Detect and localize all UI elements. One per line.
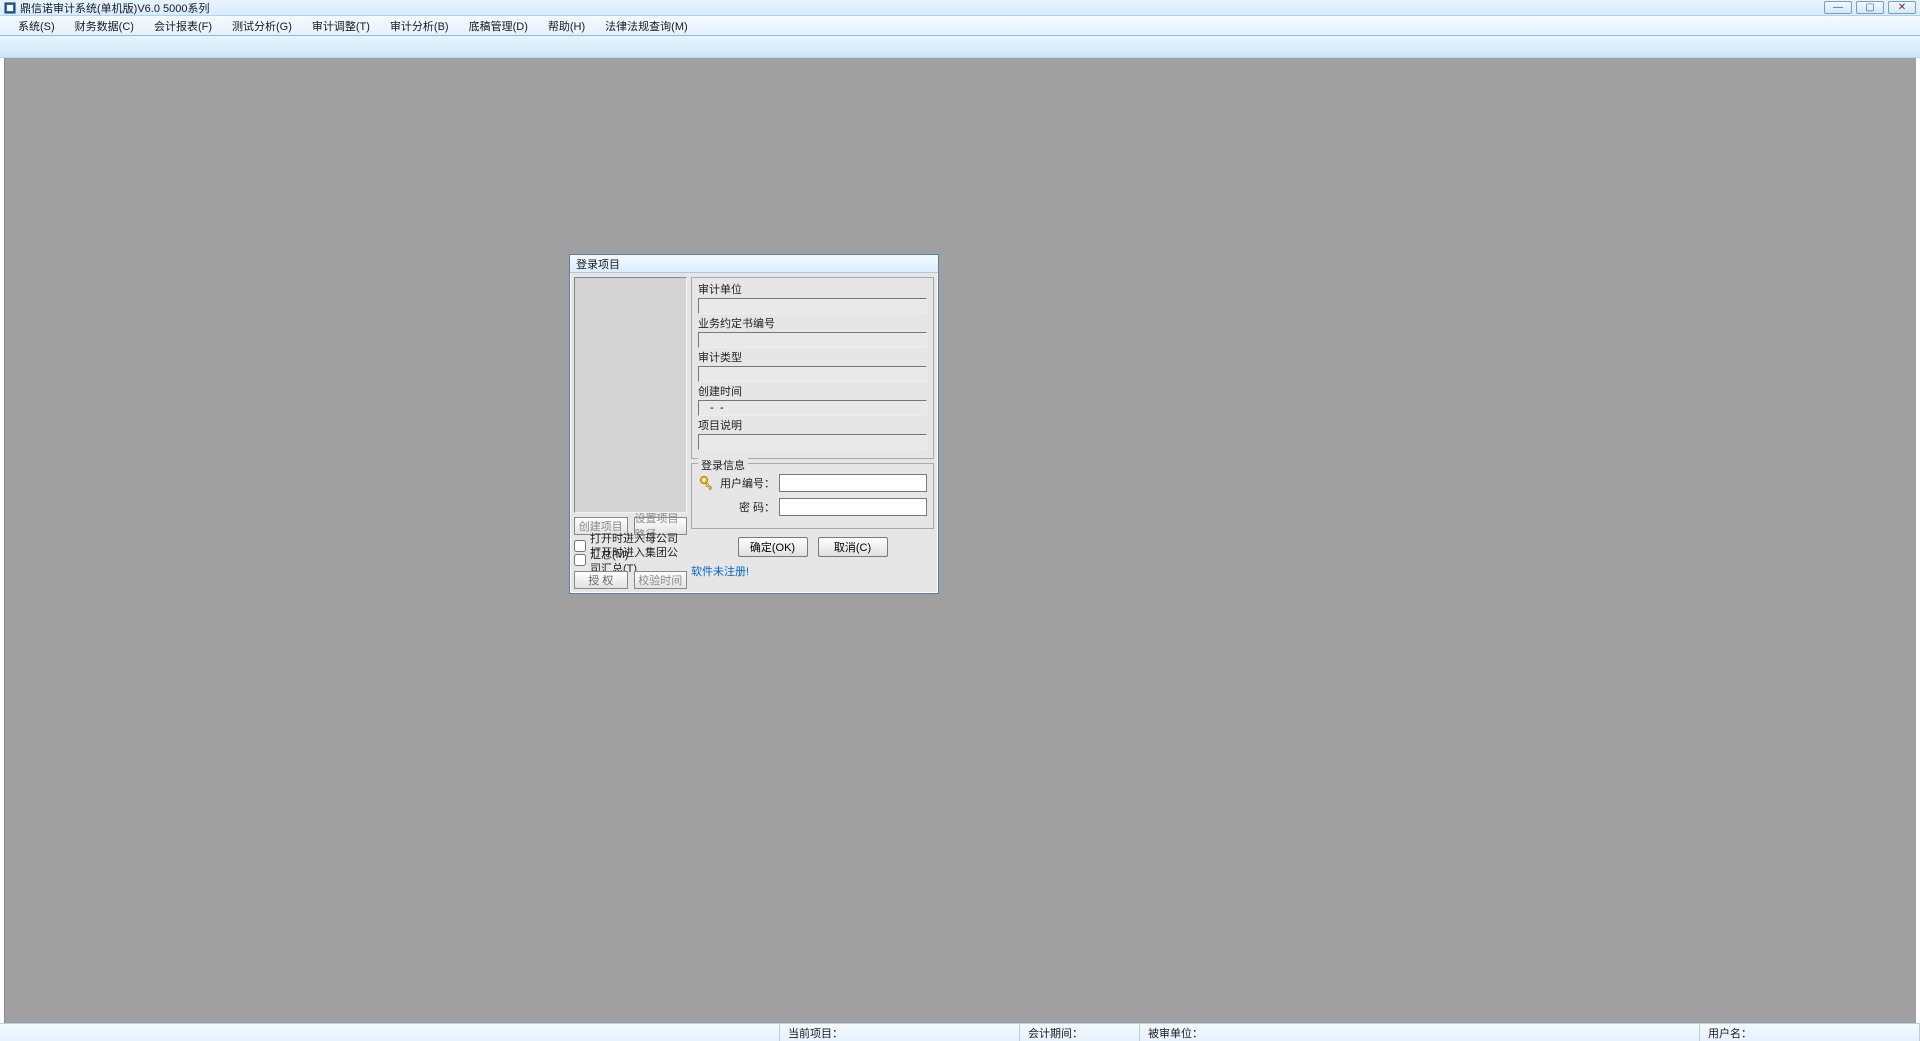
label-user-id: 用户编号： (720, 475, 775, 491)
status-current-project: 当前项目： (780, 1024, 1020, 1041)
status-audited-unit: 被审单位： (1140, 1024, 1700, 1041)
dialog-title: 登录项目 (570, 255, 938, 273)
login-dialog: 登录项目 创建项目 设置项目路径 打开时进入母公司汇总(M) 打开时进入集 (569, 254, 939, 594)
input-user-id[interactable] (779, 474, 927, 492)
menu-help[interactable]: 帮助(H) (538, 16, 595, 35)
input-project-desc[interactable] (698, 434, 927, 450)
input-password[interactable] (779, 498, 927, 516)
mdi-workspace: 登录项目 创建项目 设置项目路径 打开时进入母公司汇总(M) 打开时进入集 (0, 58, 1920, 1023)
authorize-button[interactable]: 授 权 (574, 571, 628, 589)
menu-test-analysis[interactable]: 测试分析(G) (222, 16, 302, 35)
window-controls: — ▢ ✕ (1824, 1, 1916, 14)
project-list[interactable] (574, 277, 687, 513)
cancel-button[interactable]: 取消(C) (818, 537, 888, 557)
menu-audit-analysis[interactable]: 审计分析(B) (380, 16, 459, 35)
menu-finance-data[interactable]: 财务数据(C) (65, 16, 144, 35)
verify-time-button[interactable]: 校验时间 (634, 571, 688, 589)
status-user: 用户名： (1700, 1024, 1920, 1041)
menu-bar: 系统(S) 财务数据(C) 会计报表(F) 测试分析(G) 审计调整(T) 审计… (0, 16, 1920, 36)
app-icon (4, 2, 16, 14)
unregistered-link[interactable]: 软件未注册! (691, 563, 934, 579)
label-password: 密 码： (720, 499, 775, 515)
status-spacer-left (0, 1024, 780, 1041)
window-titlebar: 鼎信诺审计系统(单机版)V6.0 5000系列 — ▢ ✕ (0, 0, 1920, 16)
menu-laws[interactable]: 法律法规查询(M) (595, 16, 698, 35)
dialog-left-panel: 创建项目 设置项目路径 打开时进入母公司汇总(M) 打开时进入集团公司汇总(T)… (574, 277, 687, 589)
menu-workpapers[interactable]: 底稿管理(D) (459, 16, 538, 35)
input-create-time[interactable] (698, 400, 927, 416)
label-project-desc: 项目说明 (698, 418, 927, 432)
input-audit-type[interactable] (698, 366, 927, 382)
status-bar: 当前项目： 会计期间： 被审单位： 用户名： (0, 1023, 1920, 1041)
label-engagement-no: 业务约定书编号 (698, 316, 927, 330)
toolbar (0, 36, 1920, 58)
key-icon (698, 475, 716, 491)
dialog-title-text: 登录项目 (576, 256, 620, 272)
window-title: 鼎信诺审计系统(单机版)V6.0 5000系列 (20, 0, 1824, 16)
minimize-button[interactable]: — (1824, 1, 1852, 14)
input-engagement-no[interactable] (698, 332, 927, 348)
menu-reports[interactable]: 会计报表(F) (144, 16, 222, 35)
label-audit-unit: 审计单位 (698, 282, 927, 296)
label-audit-type: 审计类型 (698, 350, 927, 364)
dialog-right-panel: 审计单位 业务约定书编号 审计类型 创建时间 项目说明 登录信息 (691, 277, 934, 589)
checkbox-group-summary[interactable]: 打开时进入集团公司汇总(T) (574, 553, 687, 567)
checkbox-group-summary-input[interactable] (574, 554, 586, 566)
menu-audit-adjust[interactable]: 审计调整(T) (302, 16, 380, 35)
label-create-time: 创建时间 (698, 384, 927, 398)
input-audit-unit[interactable] (698, 298, 927, 314)
menu-system[interactable]: 系统(S) (8, 16, 65, 35)
close-button[interactable]: ✕ (1888, 1, 1916, 14)
login-info-caption: 登录信息 (698, 457, 748, 473)
checkbox-parent-summary-input[interactable] (574, 540, 586, 552)
status-period: 会计期间： (1020, 1024, 1140, 1041)
maximize-button[interactable]: ▢ (1856, 1, 1884, 14)
ok-button[interactable]: 确定(OK) (738, 537, 808, 557)
project-info-panel: 审计单位 业务约定书编号 审计类型 创建时间 项目说明 (691, 277, 934, 459)
login-info-group: 登录信息 用户编号： (691, 463, 934, 529)
